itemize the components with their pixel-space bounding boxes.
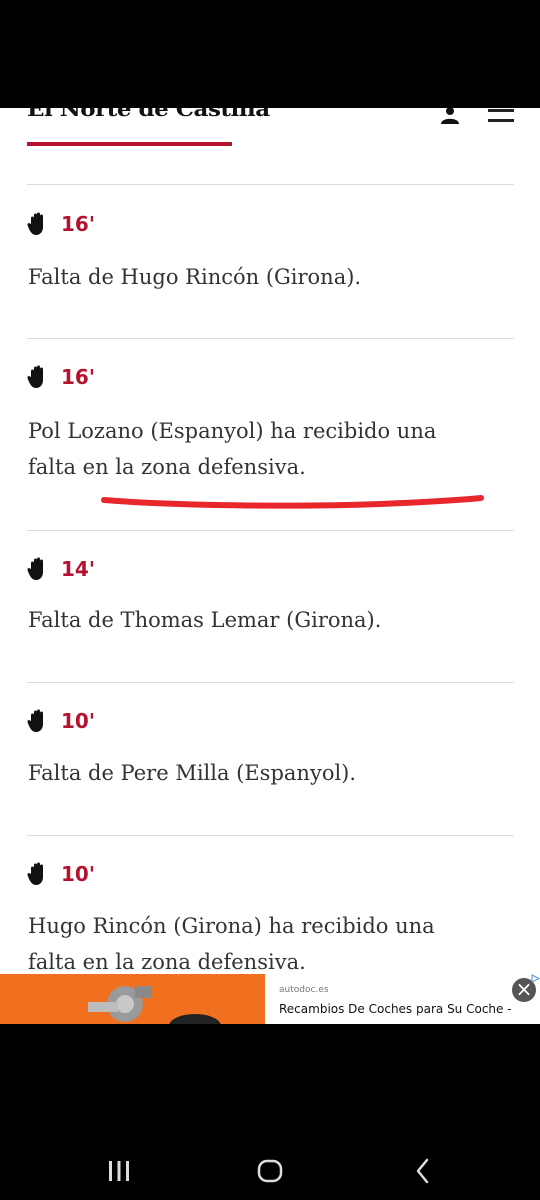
entry-header: 10' bbox=[27, 859, 95, 889]
divider bbox=[27, 338, 514, 339]
entry-text: Pol Lozano (Espanyol) ha recibido una fa… bbox=[28, 419, 437, 479]
article-page[interactable]: El Norte de Castilla 16' Falta de Hugo R… bbox=[0, 108, 540, 1024]
ad-source: autodoc.es bbox=[279, 985, 329, 995]
divider bbox=[27, 835, 514, 836]
hand-icon bbox=[27, 212, 43, 235]
entry-minute: 16' bbox=[61, 212, 95, 236]
user-icon[interactable] bbox=[440, 108, 460, 124]
hand-icon bbox=[27, 365, 43, 388]
hand-icon bbox=[27, 557, 43, 580]
divider bbox=[27, 682, 514, 683]
entry-text: Falta de Thomas Lemar (Girona). bbox=[28, 608, 382, 632]
entry-header: 14' bbox=[27, 554, 95, 584]
entry-text: Hugo Rincón (Girona) ha recibido una fal… bbox=[28, 914, 435, 974]
ad-choices-icon[interactable] bbox=[531, 974, 540, 983]
back-icon[interactable] bbox=[408, 1156, 438, 1186]
entry-minute: 14' bbox=[61, 557, 95, 581]
menu-icon[interactable] bbox=[488, 108, 514, 124]
recents-icon[interactable] bbox=[104, 1156, 134, 1186]
home-icon[interactable] bbox=[255, 1156, 285, 1186]
hand-icon bbox=[27, 862, 43, 885]
entry-minute: 10' bbox=[61, 709, 95, 733]
navigation-bar bbox=[0, 1024, 540, 1200]
red-underline-annotation bbox=[101, 495, 484, 509]
site-header: El Norte de Castilla bbox=[0, 108, 540, 146]
ad-banner[interactable]: autodoc.es Recambios De Coches para Su C… bbox=[0, 974, 540, 1024]
car-part-image bbox=[0, 974, 265, 1024]
entry-minute: 16' bbox=[61, 365, 95, 389]
status-bar bbox=[0, 0, 540, 108]
entry-minute: 10' bbox=[61, 862, 95, 886]
divider bbox=[27, 184, 514, 185]
divider bbox=[27, 530, 514, 531]
entry-header: 16' bbox=[27, 362, 95, 392]
entry-text: Falta de Pere Milla (Espanyol). bbox=[28, 761, 357, 785]
entry-header: 16' bbox=[27, 209, 95, 239]
entry-header: 10' bbox=[27, 706, 95, 736]
logo-underline bbox=[27, 142, 232, 146]
site-logo[interactable]: El Norte de Castilla bbox=[27, 108, 270, 122]
ad-title[interactable]: Recambios De Coches para Su Coche - bbox=[279, 1002, 512, 1016]
hand-icon bbox=[27, 709, 43, 732]
entry-text: Falta de Hugo Rincón (Girona). bbox=[28, 265, 362, 289]
ad-image[interactable] bbox=[0, 974, 265, 1024]
